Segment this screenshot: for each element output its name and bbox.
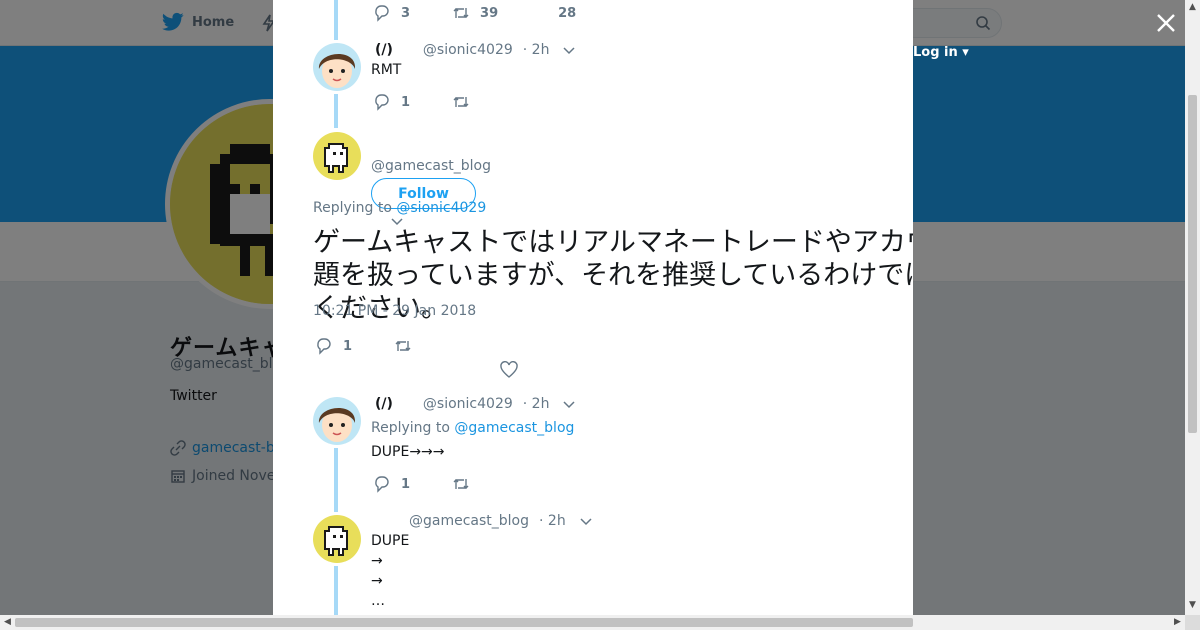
- tweet-time[interactable]: · 2h: [539, 513, 566, 529]
- perler-bead-avatar: [313, 132, 361, 180]
- retweet-button[interactable]: [394, 337, 412, 355]
- reply-button[interactable]: 1: [373, 93, 410, 111]
- replying-handle[interactable]: @gamecast_blog: [454, 420, 574, 436]
- tweet-text-line: …: [371, 593, 385, 609]
- thread-line: [334, 0, 338, 40]
- handle[interactable]: @sionic4029: [423, 396, 513, 412]
- scroll-right-arrow[interactable]: ▶: [1170, 615, 1185, 630]
- tweet-text-line: DUPE: [371, 533, 410, 549]
- scroll-down-arrow[interactable]: ▼: [1185, 598, 1200, 613]
- retweet-icon: [453, 479, 469, 489]
- thread-line: [334, 566, 338, 615]
- replying-prefix: Replying to: [371, 420, 450, 436]
- retweet-count: 39: [480, 5, 499, 21]
- reply-count: 1: [401, 94, 411, 110]
- tweet-time[interactable]: · 2h: [523, 396, 550, 412]
- like-button[interactable]: 28: [558, 6, 576, 21]
- tweet-timestamp[interactable]: 10:21 PM - 29 Jan 2018: [313, 303, 476, 319]
- thread-line: [334, 94, 338, 128]
- display-name[interactable]: (/): [375, 396, 393, 412]
- reply-icon: [375, 94, 389, 111]
- tweet-text-line: →: [371, 573, 383, 589]
- handle[interactable]: @gamecast_blog: [371, 158, 491, 174]
- avatar[interactable]: [313, 397, 361, 445]
- tweet-actions: 3 39 28: [373, 4, 576, 22]
- tweet-header: @gamecast_blog · 2h: [409, 513, 592, 529]
- retweet-button[interactable]: [452, 93, 470, 111]
- avatar[interactable]: [313, 132, 361, 180]
- retweet-icon: [453, 97, 469, 107]
- replying-prefix: Replying to: [313, 200, 392, 216]
- tweet-text: RMT: [371, 62, 402, 78]
- retweet-button[interactable]: 39: [452, 4, 498, 22]
- login-menu[interactable]: Log in ▾: [913, 45, 969, 60]
- reply-count: 1: [343, 338, 353, 354]
- reply-button[interactable]: 1: [373, 475, 410, 493]
- reply-icon: [375, 5, 389, 22]
- reply-icon: [375, 476, 389, 493]
- thread-line: [334, 448, 338, 512]
- heart-icon[interactable]: [500, 361, 518, 379]
- tweet-modal: 3 39 28 (/) @sionic4029 · 2h RMT 1 @game…: [273, 0, 913, 615]
- tweet-header: (/) @sionic4029 · 2h: [375, 396, 575, 412]
- tweet-actions: 1: [373, 475, 470, 493]
- cartoon-boy-avatar: [313, 43, 361, 91]
- reply-button[interactable]: 3: [373, 4, 410, 22]
- like-count: 28: [558, 5, 577, 21]
- close-icon[interactable]: [1155, 12, 1177, 34]
- reply-button[interactable]: 1: [315, 337, 352, 355]
- retweet-icon: [453, 8, 469, 18]
- avatar[interactable]: [313, 43, 361, 91]
- replying-handle[interactable]: @sionic4029: [396, 200, 486, 216]
- cartoon-boy-avatar: [313, 397, 361, 445]
- perler-bead-avatar: [313, 515, 361, 563]
- retweet-icon: [395, 341, 411, 351]
- scrollbar-corner: [1185, 615, 1200, 630]
- vertical-scrollbar[interactable]: ▲ ▼: [1185, 0, 1200, 615]
- tweet-header: (/) @sionic4029 · 2h: [375, 42, 575, 58]
- handle[interactable]: @gamecast_blog: [409, 513, 529, 529]
- tweet-actions: 1: [315, 337, 412, 355]
- scroll-up-arrow[interactable]: ▲: [1185, 0, 1200, 15]
- retweet-button[interactable]: [452, 475, 470, 493]
- chevron-down-icon[interactable]: [563, 398, 575, 410]
- reply-count: 1: [401, 476, 411, 492]
- reply-count: 3: [401, 5, 411, 21]
- scrollbar-thumb[interactable]: [15, 618, 913, 627]
- scrollbar-thumb[interactable]: [1188, 95, 1197, 433]
- replying-to: Replying to @sionic4029: [313, 200, 486, 216]
- replying-to: Replying to @gamecast_blog: [371, 420, 574, 436]
- display-name[interactable]: (/): [375, 42, 393, 58]
- handle[interactable]: @sionic4029: [423, 42, 513, 58]
- avatar[interactable]: [313, 515, 361, 563]
- tweet-actions: 1: [373, 93, 470, 111]
- scroll-left-arrow[interactable]: ◀: [0, 615, 15, 630]
- chevron-down-icon[interactable]: [563, 44, 575, 56]
- tweet-text-line: →: [371, 553, 383, 569]
- tweet-text: DUPE→→→: [371, 444, 445, 460]
- tweet-time[interactable]: · 2h: [523, 42, 550, 58]
- chevron-down-icon[interactable]: [580, 515, 592, 527]
- horizontal-scrollbar[interactable]: ◀ ▶: [0, 615, 1185, 630]
- reply-icon: [317, 338, 331, 355]
